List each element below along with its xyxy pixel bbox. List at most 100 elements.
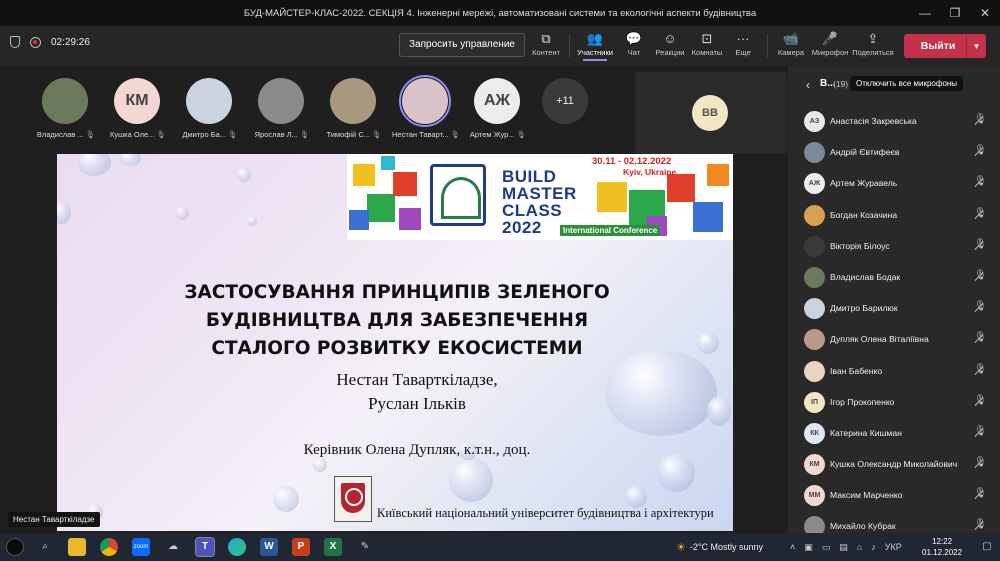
gallery-tile[interactable]: Ярослав Л... 🎙 xyxy=(246,78,318,144)
list-item[interactable]: КМ Кушка Олександр Миколайович 🎙 xyxy=(788,450,1000,481)
edge-icon[interactable] xyxy=(228,538,246,556)
request-control-button[interactable]: Запросить управление xyxy=(399,33,525,57)
avatar: ВВ xyxy=(692,95,728,131)
water-drop-decoration xyxy=(625,486,647,508)
chevron-up-icon[interactable]: ˄ xyxy=(790,542,795,552)
avatar xyxy=(804,235,825,257)
tile-name: Ярослав Л... xyxy=(254,130,298,139)
file-explorer-icon[interactable] xyxy=(68,538,86,556)
window-titlebar: БУД-МАЙСТЕР-КЛАС-2022. СЕКЦІЯ 4. Інженер… xyxy=(0,0,1000,26)
shield-icon xyxy=(10,36,20,48)
app-icon[interactable]: ☁ xyxy=(164,538,182,556)
gallery-tile[interactable]: КМ Кушка Оле... 🎙 xyxy=(102,78,174,144)
chevron-down-icon[interactable]: ▾ xyxy=(966,34,986,58)
participant-name: Анастасія Закревська xyxy=(830,116,917,126)
mic-off-icon: 🎙 xyxy=(974,488,987,500)
water-drop-decoration xyxy=(175,206,189,220)
leave-button[interactable]: Выйти ▾ xyxy=(904,34,986,58)
system-tray: ˄ ▣ ▭ ▤ ⌂ ♪ УКР xyxy=(790,533,902,561)
avatar xyxy=(804,360,825,382)
avatar xyxy=(330,78,376,124)
participant-name: Артем Журавель xyxy=(830,178,898,189)
water-drop-decoration xyxy=(273,486,299,512)
app-icon[interactable]: ✎ xyxy=(356,538,374,556)
tile-name: Нестан Таварт... xyxy=(392,130,449,139)
meet-now-icon[interactable]: ▭ xyxy=(822,542,831,553)
participant-name: Іван Бабенко xyxy=(830,365,883,376)
mic-off-icon: 🎙 xyxy=(974,114,987,125)
window-controls: — ❐ ✕ xyxy=(910,0,1000,26)
avatar xyxy=(42,78,88,124)
search-icon[interactable]: ⌕ xyxy=(36,538,54,556)
weather-widget[interactable]: ☀ -2°C Mostly sunny xyxy=(676,533,763,561)
participant-name: Дмитро Барилюк xyxy=(830,303,898,314)
gallery-tile[interactable]: Тимофій С... 🎙 xyxy=(318,78,390,144)
participant-name: Максим Марченко xyxy=(830,490,903,501)
chrome-icon[interactable] xyxy=(100,538,118,556)
language-indicator[interactable]: УКР xyxy=(885,542,902,552)
slide-title: ЗАСТОСУВАННЯ ПРИНЦИПІВ ЗЕЛЕНОГО БУДІВНИЦ… xyxy=(184,282,610,359)
mic-off-icon: 🎙 xyxy=(516,130,527,139)
powerpoint-icon[interactable]: P xyxy=(292,538,310,556)
reaction-icon: ☺ xyxy=(663,31,677,46)
gallery-tile[interactable]: Нестан Таварт... 🎙 xyxy=(390,75,462,144)
tray-app-icon[interactable]: ▤ xyxy=(839,542,848,553)
participant-name: Катерина Кишман xyxy=(830,427,902,438)
more-button[interactable]: ··· Еще xyxy=(723,30,763,57)
list-item[interactable]: КК Катерина Кишман 🎙 xyxy=(788,419,1000,450)
water-drop-decoration xyxy=(313,458,327,472)
mute-all-button[interactable]: Отключить все микрофоны xyxy=(850,76,964,91)
mic-off-icon: 🎙 xyxy=(974,207,987,219)
mic-off-icon: 🎙 xyxy=(372,130,382,139)
start-icon[interactable] xyxy=(6,538,24,556)
participant-name: Кушка Олександр Миколайович xyxy=(830,459,958,470)
notification-icon[interactable]: ▢ xyxy=(978,538,996,556)
water-drop-decoration xyxy=(237,168,251,182)
content-button[interactable]: ⧉ Контент xyxy=(526,30,566,57)
clock[interactable]: 12:22 01.12.2022 xyxy=(922,536,962,558)
list-item[interactable]: ММ Максим Марченко 🎙 xyxy=(788,481,1000,512)
list-item[interactable]: АЗ Анастасія Закревська 🎙 xyxy=(788,107,1000,138)
list-item[interactable]: Дупляк Олена Віталіївна 🎙 xyxy=(788,325,1000,356)
list-item[interactable]: Богдан Козачина 🎙 xyxy=(788,201,1000,232)
close-icon[interactable]: ✕ xyxy=(970,0,1000,26)
mic-off-icon: 🎙 xyxy=(974,394,987,406)
list-item[interactable]: Вікторія Білоус 🎙 xyxy=(788,232,1000,263)
mic-off-icon: 🎙 xyxy=(974,176,987,188)
participant-name: Андрій Євтифеєв xyxy=(830,147,900,158)
zoom-icon[interactable]: zoom xyxy=(132,538,150,556)
weather-text: -2°C Mostly sunny xyxy=(689,542,763,552)
volume-icon[interactable]: ♪ xyxy=(871,542,876,552)
mic-off-icon: 🎙 xyxy=(974,269,987,281)
speaker-name-tag: Нестан Таварткіладзе xyxy=(8,512,100,527)
participant-name: Ігор Прокопенко xyxy=(830,396,895,407)
list-item[interactable]: АЖ Артем Журавель 🎙 xyxy=(788,169,1000,200)
word-icon[interactable]: W xyxy=(260,538,278,556)
share-button[interactable]: ⇪ Поделиться xyxy=(852,30,893,57)
minimize-icon[interactable]: — xyxy=(910,0,940,26)
gallery-tile[interactable]: АЖ Артем Жур... 🎙 xyxy=(462,78,534,144)
tile-name: Кушка Оле... xyxy=(110,130,155,139)
list-item[interactable]: Андрій Євтифеєв 🎙 xyxy=(788,138,1000,169)
list-item[interactable]: Владислав Бодак 🎙 xyxy=(788,263,1000,294)
camera-icon[interactable]: ▣ xyxy=(804,542,813,553)
gallery-tile[interactable]: Владислав ... 🎙 xyxy=(30,78,102,144)
avatar xyxy=(804,266,825,288)
chevron-left-icon[interactable]: ‹ xyxy=(806,78,810,92)
slide-authors: Нестан Таварткіладзе, Руслан Ільків xyxy=(336,370,498,413)
network-icon[interactable]: ⌂ xyxy=(857,542,862,552)
clock-date: 01.12.2022 xyxy=(922,548,963,557)
participant-name: Богдан Козачина xyxy=(830,209,898,220)
list-item[interactable]: Іван Бабенко 🎙 xyxy=(788,357,1000,388)
maximize-icon[interactable]: ❐ xyxy=(940,0,970,26)
teams-icon[interactable]: T xyxy=(195,537,215,557)
list-item[interactable]: ІП Ігор Прокопенко 🎙 xyxy=(788,388,1000,419)
list-item[interactable]: Дмитро Барилюк 🎙 xyxy=(788,294,1000,325)
self-video-tile[interactable]: ВВ xyxy=(635,72,787,154)
shared-slide: BUILD MASTER CLASS 2022 30.11 - 02.12.20… xyxy=(57,154,733,531)
excel-icon[interactable]: X xyxy=(324,538,342,556)
participants-panel: ‹ В... (19) Отключить все микрофоны АЗ Ан… xyxy=(788,66,1000,538)
gallery-tile[interactable]: Дмитро Ба... 🎙 xyxy=(174,78,246,144)
more-participants-button[interactable]: +11 xyxy=(542,78,588,124)
leave-label[interactable]: Выйти xyxy=(904,40,966,52)
